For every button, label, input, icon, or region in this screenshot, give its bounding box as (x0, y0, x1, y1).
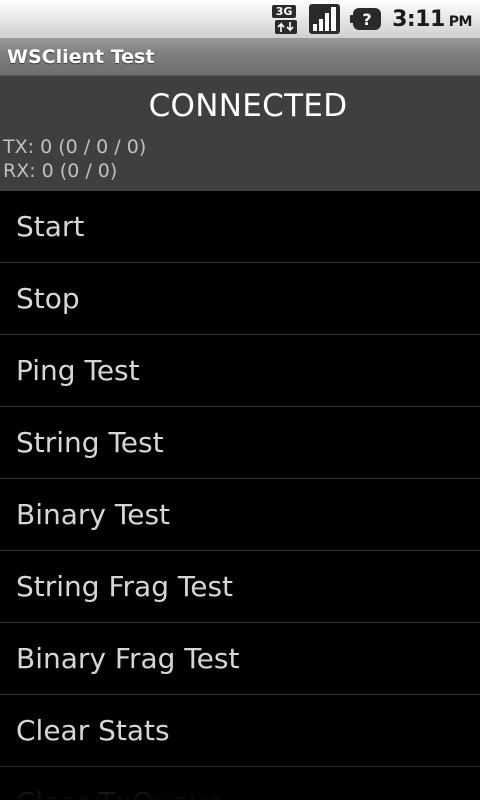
list-item-clear-stats[interactable]: Clear Stats (0, 695, 480, 767)
status-icons: 3G ? 3:11 PM (271, 0, 473, 38)
app-title: WSClient Test (7, 46, 155, 68)
app-screen: 3G ? 3:11 PM WSClient Test CONNECTED TX:… (0, 0, 480, 800)
battery-unknown-icon: ? (350, 8, 382, 30)
list-item-start[interactable]: Start (0, 191, 480, 263)
signal-strength-icon (309, 4, 341, 34)
list-item-string-test[interactable]: String Test (0, 407, 480, 479)
list-item-label: Clear TxQueue (16, 767, 224, 800)
status-bar: 3G ? 3:11 PM (0, 0, 480, 38)
list-item-label: Clear Stats (16, 714, 170, 747)
clock-time: 3:11 (392, 6, 445, 32)
list-item-stop[interactable]: Stop (0, 263, 480, 335)
list-item-label: Stop (16, 282, 80, 315)
list-item-binary-frag-test[interactable]: Binary Frag Test (0, 623, 480, 695)
tx-stats: TX: 0 (0 / 0 / 0) (3, 136, 147, 158)
clock-ampm: PM (448, 13, 473, 30)
list-item-clear-txqueue[interactable]: Clear TxQueue (0, 767, 480, 800)
action-list: Start Stop Ping Test String Test Binary … (0, 191, 480, 800)
list-item-label: Ping Test (16, 354, 140, 387)
rx-stats: RX: 0 (0 / 0) (3, 160, 118, 182)
list-item-label: Start (16, 210, 85, 243)
list-item-label: String Frag Test (16, 570, 234, 603)
network-3g-icon: 3G (271, 3, 301, 35)
connection-status: CONNECTED (148, 88, 348, 124)
svg-text:?: ? (362, 10, 371, 29)
list-item-label: Binary Test (16, 498, 171, 531)
clock: 3:11 PM (392, 7, 472, 32)
title-bar: WSClient Test (0, 38, 480, 76)
list-item-string-frag-test[interactable]: String Frag Test (0, 551, 480, 623)
list-item-label: Binary Frag Test (16, 642, 240, 675)
data-arrows-icon (275, 20, 298, 34)
list-item-ping-test[interactable]: Ping Test (0, 335, 480, 407)
connection-panel: CONNECTED TX: 0 (0 / 0 / 0) RX: 0 (0 / 0… (0, 76, 480, 191)
list-item-binary-test[interactable]: Binary Test (0, 479, 480, 551)
list-item-label: String Test (16, 426, 164, 459)
